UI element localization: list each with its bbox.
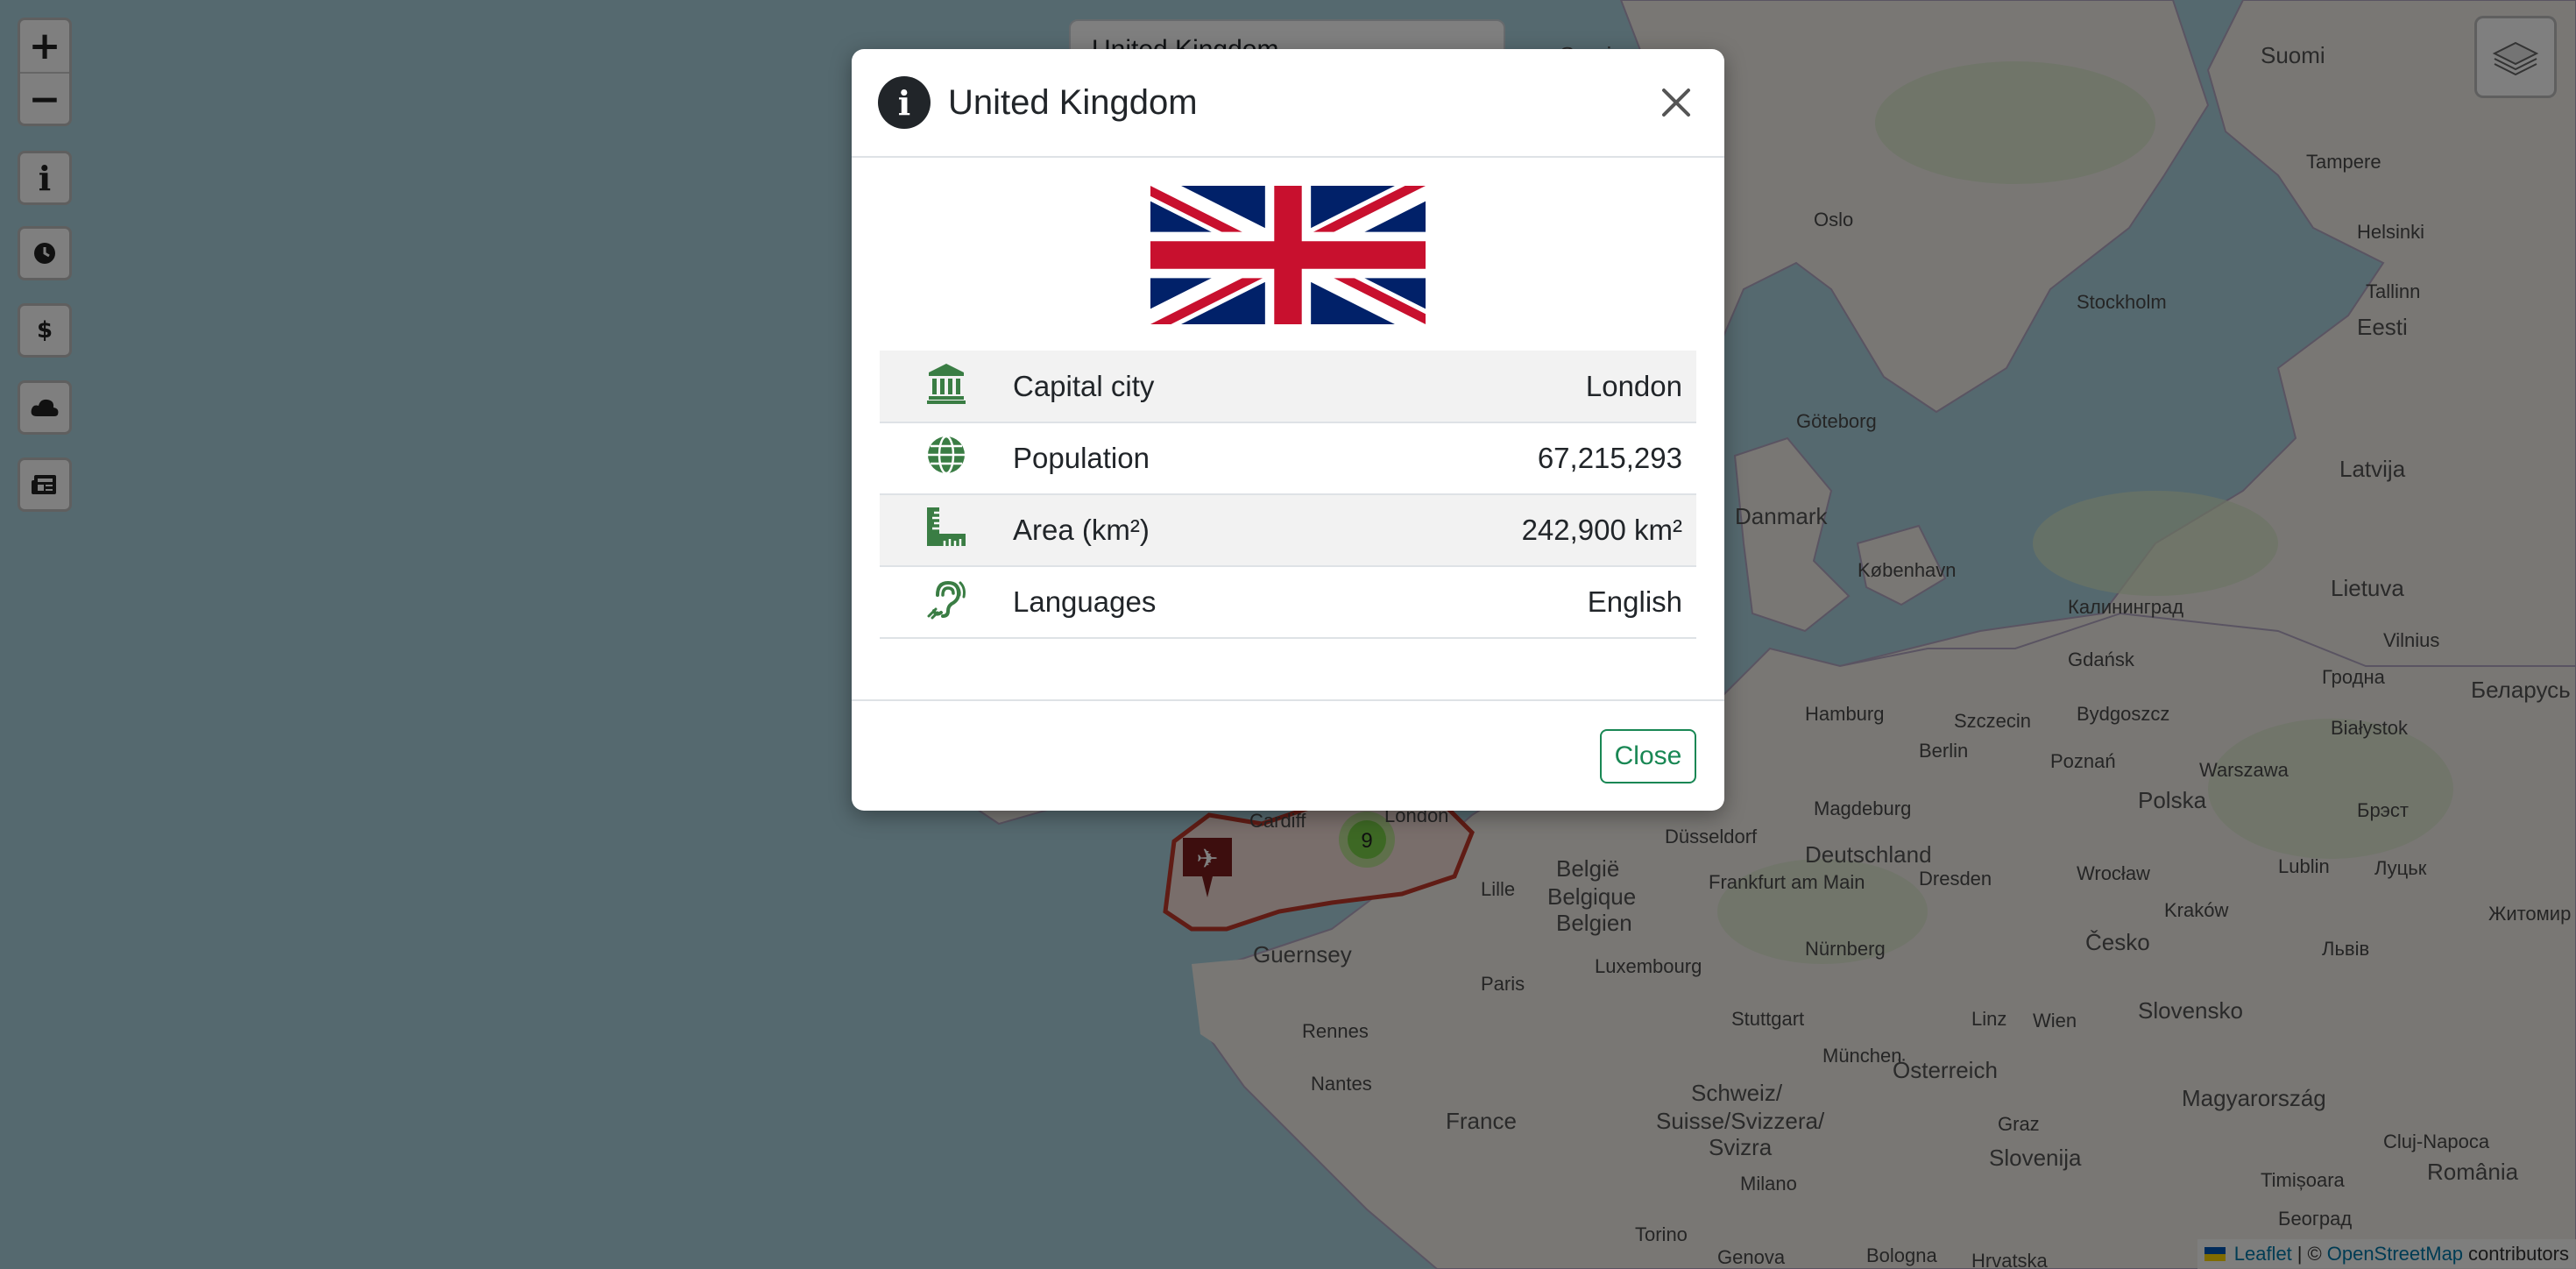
modal-body: Capital city London Population 67,215,29…	[852, 158, 1724, 640]
modal-title: United Kingdom	[948, 82, 1198, 122]
info-circle-icon: i	[878, 76, 931, 129]
close-button[interactable]: Close	[1600, 729, 1696, 783]
country-info-modal: i United Kingdom Capital city London Pop…	[852, 49, 1724, 811]
country-info-table: Capital city London Population 67,215,29…	[880, 351, 1696, 639]
row-value: London	[1585, 369, 1682, 402]
row-label: Population	[1013, 442, 1150, 474]
globe-icon	[928, 435, 965, 475]
close-icon	[1662, 89, 1690, 117]
modal-footer: Close	[852, 699, 1724, 811]
landmark-icon	[927, 363, 966, 404]
country-flag	[1150, 186, 1426, 324]
table-row: Capital city London	[880, 351, 1696, 422]
modal-header: i United Kingdom	[852, 49, 1724, 158]
ruler-icon	[927, 507, 966, 546]
row-label: Languages	[1013, 585, 1157, 618]
row-value: 67,215,293	[1537, 442, 1682, 474]
table-row: Area (km²) 242,900 km²	[880, 494, 1696, 566]
row-value: 242,900 km²	[1521, 514, 1682, 546]
table-row: Languages English	[880, 566, 1696, 638]
row-label: Area (km²)	[1013, 514, 1150, 546]
modal-close-x-button[interactable]	[1654, 81, 1698, 124]
row-label: Capital city	[1013, 369, 1155, 402]
table-row: Population 67,215,293	[880, 422, 1696, 494]
ear-icon	[927, 580, 966, 620]
uk-flag-image	[1150, 186, 1426, 324]
row-value: English	[1587, 585, 1682, 618]
